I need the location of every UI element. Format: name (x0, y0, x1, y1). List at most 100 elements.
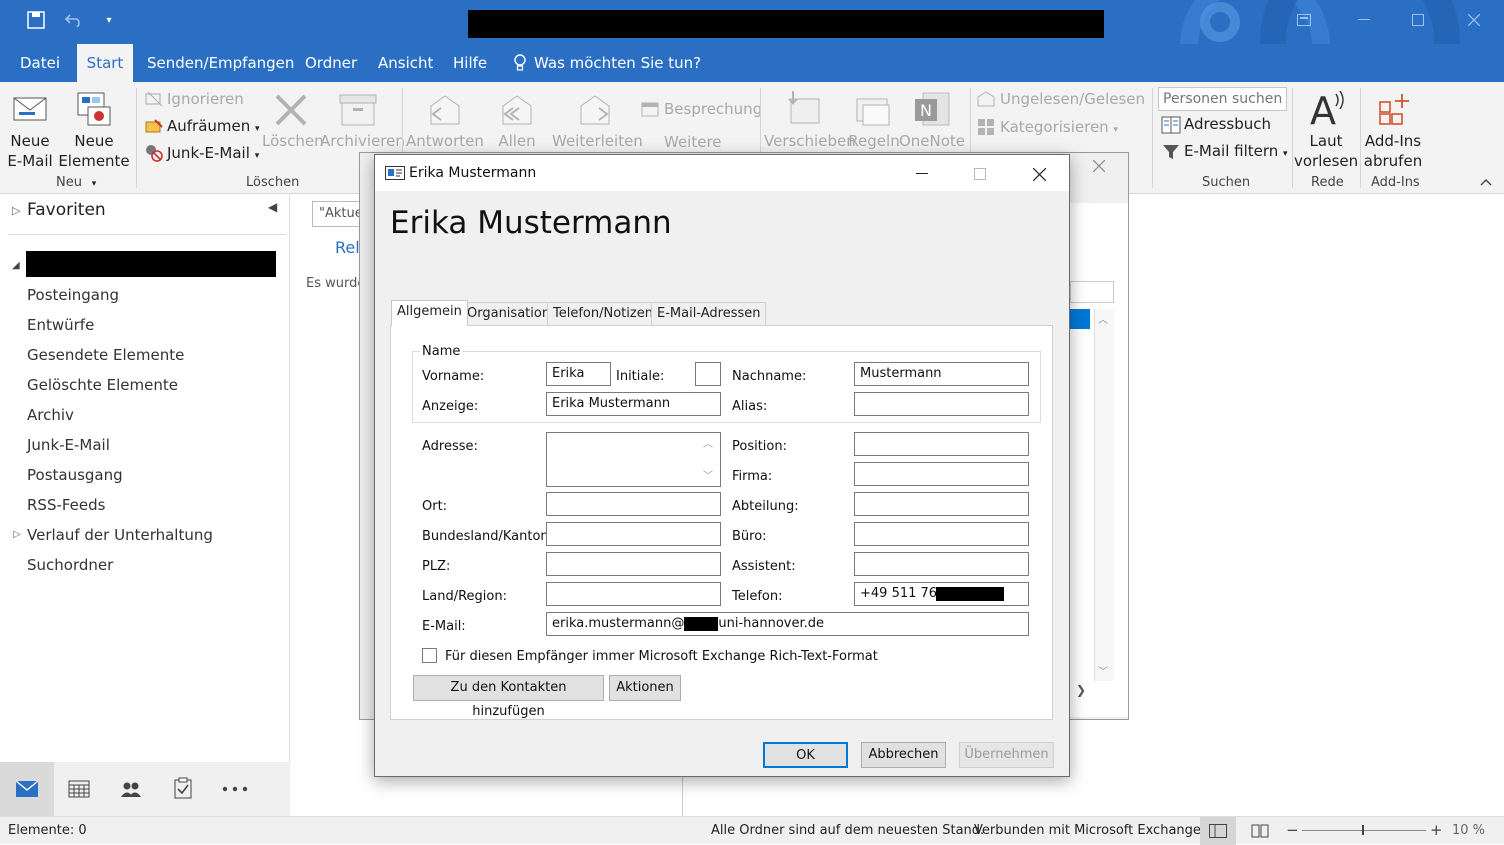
selected-row[interactable] (1070, 309, 1090, 329)
tab-start[interactable]: Start (77, 44, 133, 82)
mail-icon[interactable] (14, 778, 40, 800)
reply-button[interactable]: Antworten (406, 131, 484, 151)
country-field[interactable] (546, 582, 721, 606)
last-name-field[interactable]: Mustermann (854, 362, 1029, 386)
expand-conversation-icon[interactable]: ▷ (13, 529, 21, 540)
apply-button[interactable]: Übernehmen (959, 742, 1054, 768)
reply-all-button[interactable]: Allen (490, 131, 544, 151)
move-button[interactable]: Verschieben (764, 131, 856, 151)
assistant-field[interactable] (854, 552, 1029, 576)
office-field[interactable] (854, 522, 1029, 546)
tell-me-search[interactable]: Was möchten Sie tun? (534, 44, 701, 82)
folder-archive[interactable]: Archiv (27, 406, 74, 424)
folder-inbox[interactable]: Posteingang (27, 286, 119, 304)
folder-rss[interactable]: RSS-Feeds (27, 496, 105, 514)
favorites-header[interactable]: Favoriten (27, 200, 106, 220)
tasks-icon[interactable] (170, 776, 196, 800)
folder-search[interactable]: Suchordner (27, 556, 113, 574)
scroll-up-icon[interactable]: ︿ (1098, 311, 1108, 326)
dialog-minimize-icon[interactable] (909, 163, 935, 185)
folder-deleted[interactable]: Gelöschte Elemente (27, 376, 178, 394)
folder-sent[interactable]: Gesendete Elemente (27, 346, 184, 364)
add-to-contacts-button[interactable]: Zu den Kontakten hinzufügen (413, 675, 604, 719)
folder-conversation-history[interactable]: Verlauf der Unterhaltung (27, 526, 213, 544)
normal-view-icon[interactable] (1208, 822, 1228, 840)
quick-access-dropdown-icon[interactable]: ▾ (100, 10, 118, 30)
archive-button[interactable]: Archivieren (320, 131, 405, 151)
cleanup-button[interactable]: Aufräumen ▾ (167, 117, 260, 135)
address-book-button[interactable]: Adressbuch (1184, 115, 1271, 133)
tab-senden-empfangen[interactable]: Senden/Empfangen (147, 44, 294, 82)
search-people-input[interactable] (1158, 87, 1287, 111)
restore-ribbon-icon[interactable] (1290, 8, 1318, 32)
get-addins-button[interactable]: Add-Ins abrufen (1362, 131, 1424, 171)
unread-read-button[interactable]: Ungelesen/Gelesen (1000, 90, 1145, 108)
address-scroll-down-icon[interactable]: ﹀ (703, 467, 713, 482)
state-field[interactable] (546, 522, 721, 546)
dialog-maximize-icon[interactable] (967, 163, 993, 185)
close-icon[interactable] (1460, 8, 1488, 32)
position-field[interactable] (854, 432, 1029, 456)
tab-hilfe[interactable]: Hilfe (453, 44, 487, 82)
folder-drafts[interactable]: Entwürfe (27, 316, 94, 334)
address-book-close-icon[interactable] (1088, 155, 1110, 177)
account-expanded-icon[interactable]: ◢ (12, 260, 20, 271)
address-book-search[interactable] (1070, 281, 1114, 303)
tab-datei[interactable]: Datei (20, 44, 60, 82)
more-modules-icon[interactable] (220, 778, 250, 800)
reading-view-icon[interactable] (1250, 822, 1270, 840)
department-field[interactable] (854, 492, 1029, 516)
zoom-in-button[interactable]: + (1430, 821, 1443, 839)
delete-button[interactable]: Löschen (262, 131, 324, 151)
zoom-slider[interactable] (1302, 830, 1426, 831)
actions-button[interactable]: Aktionen (609, 675, 681, 701)
phone-field[interactable]: +49 511 762 (854, 582, 1029, 606)
tab-organisation[interactable]: Organisation (461, 302, 557, 325)
address-book-scrollbar[interactable] (1094, 309, 1114, 681)
categorize-button[interactable]: Kategorisieren ▾ (1000, 118, 1118, 136)
tab-ansicht[interactable]: Ansicht (378, 44, 433, 82)
rtf-checkbox[interactable] (422, 648, 437, 663)
zoom-level[interactable]: 10 % (1452, 823, 1485, 838)
cancel-button[interactable]: Abbrechen (861, 742, 946, 768)
email-field[interactable]: erika.mustermann@ uni-hannover.de (546, 612, 1029, 636)
first-name-field[interactable]: Erika (546, 362, 611, 386)
minimize-icon[interactable] (1350, 8, 1378, 32)
zoom-slider-thumb[interactable] (1362, 825, 1364, 835)
read-aloud-button[interactable]: Laut vorlesen (1294, 131, 1358, 171)
company-field[interactable] (854, 462, 1029, 486)
forward-button[interactable]: Weiterleiten (552, 131, 643, 151)
initials-field[interactable] (695, 362, 721, 386)
save-icon[interactable] (24, 8, 48, 32)
maximize-icon[interactable] (1404, 8, 1432, 32)
collapse-ribbon-icon[interactable] (1478, 175, 1494, 189)
rules-button[interactable]: Regeln (848, 131, 900, 151)
more-respond-button[interactable]: Weitere (640, 133, 752, 147)
relevance-tab[interactable]: Rel (335, 238, 360, 257)
alias-field[interactable] (854, 392, 1029, 416)
zoom-out-button[interactable]: − (1286, 821, 1299, 839)
junk-mail-button[interactable]: Junk-E-Mail ▾ (167, 144, 259, 162)
expand-favorites-icon[interactable]: ▷ (12, 204, 20, 217)
ok-button[interactable]: OK (763, 742, 848, 768)
address-textarea[interactable]: ︿ ﹀ (546, 432, 721, 487)
undo-icon[interactable] (62, 8, 86, 32)
scroll-down-icon[interactable]: ﹀ (1098, 663, 1108, 678)
display-field[interactable]: Erika Mustermann (546, 392, 721, 416)
tab-allgemein[interactable]: Allgemein (391, 300, 468, 326)
ignore-button[interactable]: Ignorieren (167, 90, 244, 108)
dialog-close-icon[interactable] (1026, 163, 1052, 185)
folder-junk[interactable]: Junk-E-Mail (27, 436, 110, 454)
collapse-pane-icon[interactable]: ◀ (268, 200, 277, 214)
tab-ordner[interactable]: Ordner (305, 44, 357, 82)
tab-telefon-notizen[interactable]: Telefon/Notizen (547, 302, 659, 325)
folder-outbox[interactable]: Postausgang (27, 466, 123, 484)
tab-email-adressen[interactable]: E-Mail-Adressen (651, 302, 767, 325)
address-scroll-up-icon[interactable]: ︿ (703, 435, 713, 450)
onenote-button[interactable]: OneNote (898, 131, 966, 151)
scroll-right-icon[interactable]: ❯ (1076, 683, 1086, 697)
zip-field[interactable] (546, 552, 721, 576)
city-field[interactable] (546, 492, 721, 516)
people-icon[interactable] (118, 778, 144, 800)
meeting-button[interactable]: Besprechung (664, 100, 762, 118)
